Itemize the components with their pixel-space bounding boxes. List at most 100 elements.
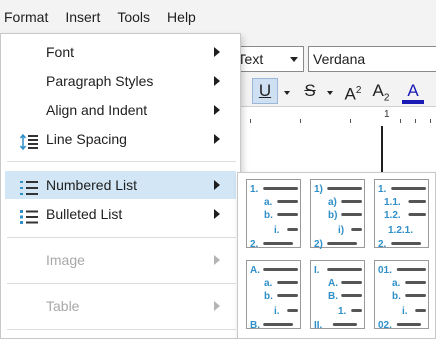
list-preset-line <box>391 187 426 190</box>
font-name-select[interactable]: Verdana <box>308 46 436 72</box>
list-preset-label: 1.2.1. <box>388 225 413 236</box>
list-preset-line <box>277 281 298 284</box>
menu-item-label: Line Spacing <box>46 131 127 147</box>
list-preset-label: 1.2. <box>384 210 401 221</box>
strikethrough-button[interactable]: S <box>297 78 323 104</box>
list-preset-label: b. <box>392 291 401 302</box>
chevron-down-icon <box>290 57 298 62</box>
list-preset-label: b. <box>264 291 273 302</box>
list-preset-line <box>332 323 357 326</box>
list-preset-thumbnail: 01.a. b.i. 02. <box>378 265 426 330</box>
underline-button[interactable]: U <box>252 78 278 104</box>
list-preset-line <box>263 323 293 326</box>
menu-tools[interactable]: Tools <box>113 0 150 34</box>
list-preset-label: II. <box>314 320 323 330</box>
numbered-list-preset[interactable]: 1. 1.1. 1.2. 1.2.1. 2. <box>374 179 429 249</box>
submenu-arrow-icon <box>214 301 220 311</box>
menu-item-paragraph-styles[interactable]: Paragraph Styles <box>5 67 236 95</box>
list-preset-line <box>287 228 298 231</box>
list-preset-line <box>396 323 421 326</box>
list-preset-label: I. <box>314 265 320 276</box>
menu-item-label: Paragraph Styles <box>46 73 154 89</box>
menu-item-table: Table <box>5 292 236 320</box>
list-preset-label: A. <box>328 278 338 289</box>
menu-help[interactable]: Help <box>163 0 196 34</box>
list-preset-label: 1. <box>378 184 387 195</box>
submenu-arrow-icon <box>214 209 220 219</box>
list-preset-thumbnail: 1) a) b)i) 2) <box>314 184 362 249</box>
font-color-button[interactable]: A <box>400 78 426 104</box>
list-preset-label: b. <box>264 210 273 221</box>
subscript-button[interactable]: A2 <box>368 78 394 104</box>
list-preset-line <box>277 294 298 297</box>
numbered-list-preset[interactable]: A. a. b. i. B. <box>246 260 301 330</box>
list-preset-label: A. <box>250 265 260 276</box>
page-margin-line <box>381 126 383 174</box>
underline-icon: U <box>258 81 272 100</box>
line-spacing-icon <box>19 131 38 151</box>
superscript-mark: 2 <box>355 85 362 96</box>
menu-insert[interactable]: Insert <box>61 0 100 34</box>
list-preset-line <box>277 200 298 203</box>
superscript-button[interactable]: A2 <box>340 78 366 104</box>
list-preset-thumbnail: 1. a. b.i. 2. <box>250 184 298 249</box>
list-preset-line <box>263 187 298 190</box>
list-preset-label: b) <box>328 210 337 221</box>
menu-format[interactable]: Format <box>0 0 48 34</box>
list-preset-label: 1. <box>338 306 347 317</box>
menu-separator <box>7 283 236 284</box>
list-preset-line <box>263 242 293 245</box>
submenu-arrow-icon <box>214 105 220 115</box>
list-preset-line <box>341 294 362 297</box>
list-preset-line <box>263 268 298 271</box>
menu-item-bulleted-list[interactable]: Bulleted List <box>5 200 236 228</box>
menu-item-align-and-indent[interactable]: Align and Indent <box>5 96 236 124</box>
bulleted-list-icon <box>20 206 38 224</box>
list-preset-line <box>327 187 362 190</box>
submenu-arrow-icon <box>214 134 220 144</box>
submenu-arrow-icon <box>214 255 220 265</box>
list-preset-line <box>351 228 362 231</box>
menu-item-label: Align and Indent <box>46 102 148 118</box>
list-preset-label: i. <box>402 306 408 317</box>
numbered-list-preset[interactable]: 01. a. b. i. 02. <box>374 260 429 330</box>
list-preset-label: a. <box>392 278 401 289</box>
subscript-mark: 2 <box>383 92 390 104</box>
numbered-list-preset[interactable]: I. A. B. 1. II. <box>310 260 365 330</box>
underline-options-caret[interactable] <box>284 91 290 95</box>
list-preset-line <box>327 268 362 271</box>
list-preset-line <box>341 200 362 203</box>
menu-separator <box>7 329 236 330</box>
app-window: Format Insert Tools Help al Text Verdana… <box>0 0 436 339</box>
numbered-list-preset[interactable]: 1) a) b) i) 2) <box>310 179 365 249</box>
list-preset-line <box>408 200 426 203</box>
list-preset-label: a. <box>264 278 273 289</box>
numbered-list-preset[interactable]: 1. a. b. i. 2. <box>246 179 301 249</box>
strikethrough-options-caret[interactable] <box>327 91 333 95</box>
menu-item-font[interactable]: Font <box>5 38 236 66</box>
menu-separator <box>7 237 236 238</box>
menu-item-numbered-list[interactable]: Numbered List <box>5 171 236 199</box>
list-preset-label: B. <box>328 291 338 302</box>
list-preset-label: i) <box>338 225 344 236</box>
list-preset-label: 02. <box>378 320 392 330</box>
list-preset-line <box>327 242 357 245</box>
menu-item-label: Bulleted List <box>46 206 123 222</box>
list-preset-line <box>277 213 298 216</box>
list-preset-line <box>351 309 362 312</box>
menu-item-line-spacing[interactable]: Line Spacing <box>5 125 236 153</box>
ruler-label: 1 <box>384 109 390 120</box>
list-preset-label: B. <box>250 320 260 330</box>
format-menu: Font Paragraph Styles Align and Indent L… <box>0 33 241 339</box>
submenu-arrow-icon <box>214 76 220 86</box>
menu-separator <box>7 161 236 162</box>
list-preset-label: 2. <box>250 239 259 249</box>
menubar: Format Insert Tools Help <box>0 0 436 34</box>
list-preset-line <box>408 213 426 216</box>
subscript-icon: A <box>372 81 384 100</box>
list-preset-thumbnail: 1.1.1.1.2.1.2.1.2. <box>378 184 426 249</box>
list-preset-label: a) <box>328 197 337 208</box>
list-preset-label: i. <box>274 225 280 236</box>
list-preset-label: a. <box>264 197 273 208</box>
font-name-value: Verdana <box>313 51 366 67</box>
